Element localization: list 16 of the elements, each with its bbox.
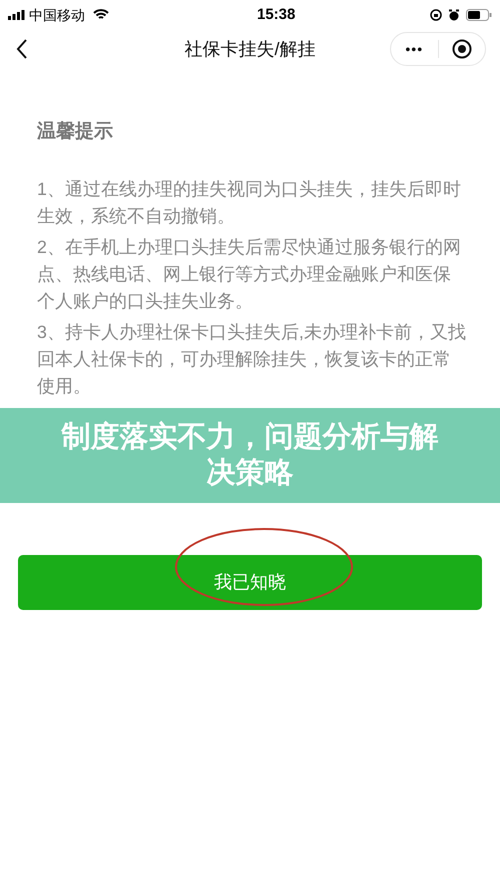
notice-paragraph: 1、通过在线办理的挂失视同为口头挂失，挂失后即时生效，系统不自动撤销。	[37, 178, 462, 228]
clock-time: 15:38	[257, 4, 296, 25]
rotation-lock-icon	[430, 9, 442, 21]
alarm-icon	[448, 9, 460, 21]
notice-title: 温馨提示	[37, 120, 114, 144]
battery-icon	[466, 9, 492, 21]
carrier-name: 中国移动	[29, 6, 85, 24]
headline-text: 制度落实不力，问题分析与解决策略	[60, 420, 440, 491]
back-icon	[16, 39, 28, 59]
more-button[interactable]: •••	[391, 38, 438, 60]
notice-paragraph: 3、持卡人办理社保卡口头挂失后,未办理补卡前，又找回本人社保卡的，可办理解除挂失，恢复该卡的正常使用。	[37, 320, 467, 398]
signal-icon	[8, 10, 26, 20]
target-icon	[452, 39, 472, 59]
page-title: 社保卡挂失/解挂	[183, 38, 316, 60]
notice-paragraph: 2、在手机上办理口头挂失后需尽快通过服务银行的网点、热线电话、网上银行等方式办理金融账户和医保个人账户的口头挂失业务。	[37, 236, 462, 312]
wifi-icon	[93, 9, 109, 21]
